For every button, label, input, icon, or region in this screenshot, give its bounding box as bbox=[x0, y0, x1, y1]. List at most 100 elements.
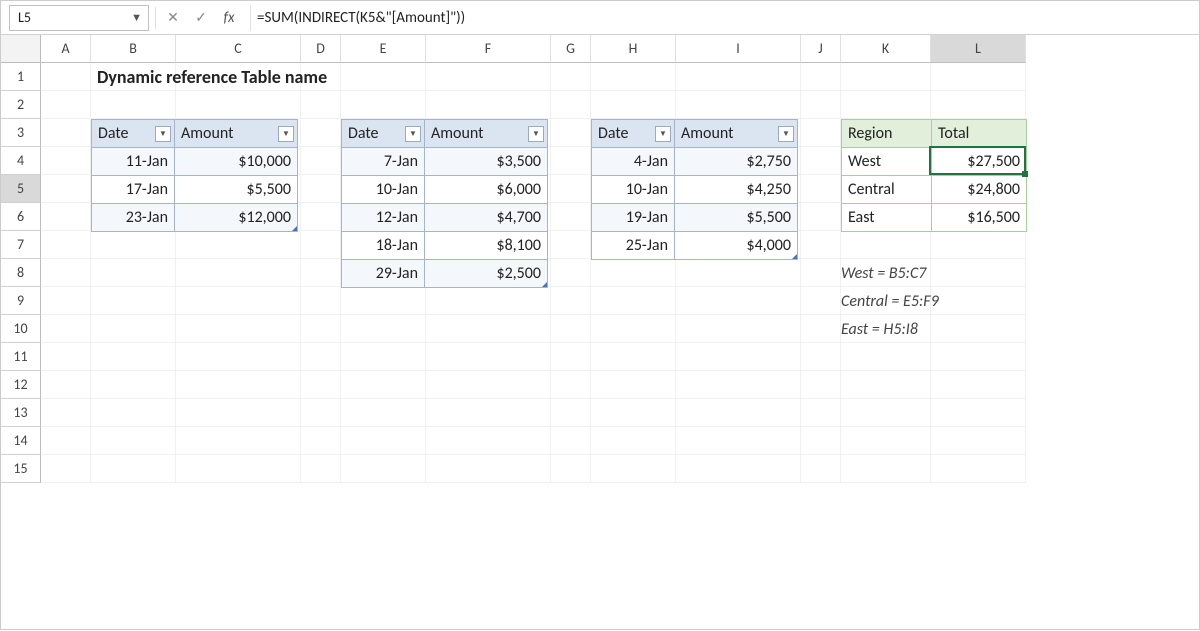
filter-icon[interactable]: ▼ bbox=[405, 126, 421, 142]
cell-L8[interactable] bbox=[931, 259, 1026, 287]
cell-amount[interactable]: $8,100 bbox=[425, 232, 548, 260]
cell-amount[interactable]: $3,500 bbox=[425, 148, 548, 176]
cell-G1[interactable] bbox=[551, 63, 591, 91]
cell-B13[interactable] bbox=[91, 399, 176, 427]
cell-J3[interactable] bbox=[801, 119, 841, 147]
cell-I15[interactable] bbox=[676, 455, 801, 483]
summary-header[interactable]: Total bbox=[932, 120, 1027, 148]
cell-B12[interactable] bbox=[91, 371, 176, 399]
cell-J12[interactable] bbox=[801, 371, 841, 399]
cell-C8[interactable] bbox=[176, 259, 301, 287]
cell-A13[interactable] bbox=[41, 399, 91, 427]
cell-K11[interactable] bbox=[841, 343, 931, 371]
cell-J2[interactable] bbox=[801, 91, 841, 119]
cell-D11[interactable] bbox=[301, 343, 341, 371]
cell-L14[interactable] bbox=[931, 427, 1026, 455]
row-header-11[interactable]: 11 bbox=[1, 343, 41, 371]
column-header-G[interactable]: G bbox=[551, 35, 591, 63]
cell-H12[interactable] bbox=[591, 371, 676, 399]
cell-date[interactable]: 7-Jan bbox=[342, 148, 425, 176]
fx-icon[interactable]: fx bbox=[218, 7, 240, 29]
cell-F12[interactable] bbox=[426, 371, 551, 399]
cell-D13[interactable] bbox=[301, 399, 341, 427]
column-header[interactable]: Date▼ bbox=[592, 120, 675, 148]
cell-J7[interactable] bbox=[801, 231, 841, 259]
cell-A8[interactable] bbox=[41, 259, 91, 287]
fill-handle[interactable] bbox=[1022, 171, 1028, 177]
column-header-L[interactable]: L bbox=[931, 35, 1026, 63]
cell-K2[interactable] bbox=[841, 91, 931, 119]
cell-C9[interactable] bbox=[176, 287, 301, 315]
cell-C7[interactable] bbox=[176, 231, 301, 259]
column-header-H[interactable]: H bbox=[591, 35, 676, 63]
cell-J13[interactable] bbox=[801, 399, 841, 427]
cell-D14[interactable] bbox=[301, 427, 341, 455]
cell-I13[interactable] bbox=[676, 399, 801, 427]
cell-date[interactable]: 10-Jan bbox=[592, 176, 675, 204]
column-header-A[interactable]: A bbox=[41, 35, 91, 63]
cell-date[interactable]: 10-Jan bbox=[342, 176, 425, 204]
cell-C15[interactable] bbox=[176, 455, 301, 483]
cell-A2[interactable] bbox=[41, 91, 91, 119]
cell-J5[interactable] bbox=[801, 175, 841, 203]
column-header[interactable]: Amount▼ bbox=[425, 120, 548, 148]
row-header-3[interactable]: 3 bbox=[1, 119, 41, 147]
cell-date[interactable]: 18-Jan bbox=[342, 232, 425, 260]
cell-A7[interactable] bbox=[41, 231, 91, 259]
column-header-B[interactable]: B bbox=[91, 35, 176, 63]
cell-C10[interactable] bbox=[176, 315, 301, 343]
column-header[interactable]: Amount▼ bbox=[675, 120, 798, 148]
table-corner-icon[interactable] bbox=[542, 282, 547, 287]
cell-C2[interactable] bbox=[176, 91, 301, 119]
column-header-D[interactable]: D bbox=[301, 35, 341, 63]
cell-date[interactable]: 29-Jan bbox=[342, 260, 425, 288]
column-header-K[interactable]: K bbox=[841, 35, 931, 63]
cell-A5[interactable] bbox=[41, 175, 91, 203]
cell-G14[interactable] bbox=[551, 427, 591, 455]
column-header-J[interactable]: J bbox=[801, 35, 841, 63]
cell-L2[interactable] bbox=[931, 91, 1026, 119]
cell-date[interactable]: 25-Jan bbox=[592, 232, 675, 260]
cell-G4[interactable] bbox=[551, 147, 591, 175]
cell-L15[interactable] bbox=[931, 455, 1026, 483]
cell-amount[interactable]: $4,700 bbox=[425, 204, 548, 232]
row-header-8[interactable]: 8 bbox=[1, 259, 41, 287]
cell-E10[interactable] bbox=[341, 315, 426, 343]
cell-E14[interactable] bbox=[341, 427, 426, 455]
cell-G5[interactable] bbox=[551, 175, 591, 203]
cell-D12[interactable] bbox=[301, 371, 341, 399]
cell-total[interactable]: $27,500 bbox=[932, 148, 1027, 176]
cell-G15[interactable] bbox=[551, 455, 591, 483]
cell-K13[interactable] bbox=[841, 399, 931, 427]
row-header-5[interactable]: 5 bbox=[1, 175, 41, 203]
cell-K7[interactable] bbox=[841, 231, 931, 259]
cell-amount[interactable]: $12,000 bbox=[175, 204, 298, 232]
cell-G3[interactable] bbox=[551, 119, 591, 147]
filter-icon[interactable]: ▼ bbox=[778, 126, 794, 142]
cell-G6[interactable] bbox=[551, 203, 591, 231]
table-corner-icon[interactable] bbox=[792, 254, 797, 259]
cell-total[interactable]: $16,500 bbox=[932, 204, 1027, 232]
cell-H10[interactable] bbox=[591, 315, 676, 343]
cell-date[interactable]: 23-Jan bbox=[92, 204, 175, 232]
cell-L7[interactable] bbox=[931, 231, 1026, 259]
cell-amount[interactable]: $4,250 bbox=[675, 176, 798, 204]
row-header-10[interactable]: 10 bbox=[1, 315, 41, 343]
filter-icon[interactable]: ▼ bbox=[655, 126, 671, 142]
cell-A14[interactable] bbox=[41, 427, 91, 455]
cell-D2[interactable] bbox=[301, 91, 341, 119]
cell-D5[interactable] bbox=[301, 175, 341, 203]
cell-I2[interactable] bbox=[676, 91, 801, 119]
cell-E9[interactable] bbox=[341, 287, 426, 315]
cell-L12[interactable] bbox=[931, 371, 1026, 399]
cell-L11[interactable] bbox=[931, 343, 1026, 371]
cell-date[interactable]: 11-Jan bbox=[92, 148, 175, 176]
cell-A9[interactable] bbox=[41, 287, 91, 315]
cell-K15[interactable] bbox=[841, 455, 931, 483]
cell-F10[interactable] bbox=[426, 315, 551, 343]
cell-A10[interactable] bbox=[41, 315, 91, 343]
cell-E11[interactable] bbox=[341, 343, 426, 371]
column-header[interactable]: Date▼ bbox=[92, 120, 175, 148]
cell-F14[interactable] bbox=[426, 427, 551, 455]
cell-J4[interactable] bbox=[801, 147, 841, 175]
